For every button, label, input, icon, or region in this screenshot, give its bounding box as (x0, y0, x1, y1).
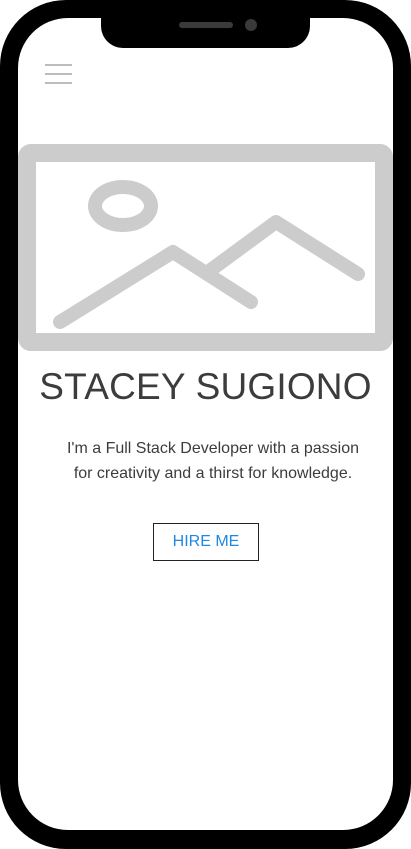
profile-name: STACEY SUGIONO (39, 366, 372, 407)
image-placeholder-mountain-right (201, 215, 365, 281)
menu-line-top (45, 64, 72, 66)
image-placeholder-icon (18, 144, 393, 351)
speaker-grille (179, 22, 233, 28)
profile-tagline: I'm a Full Stack Developer with a passio… (66, 440, 360, 482)
phone-frame (0, 0, 411, 849)
phone-screen (18, 18, 393, 830)
menu-line-middle (45, 73, 72, 75)
hamburger-menu-icon[interactable] (45, 64, 72, 84)
front-camera-icon (245, 19, 257, 31)
hire-me-button[interactable]: HIRE ME (153, 523, 259, 561)
menu-line-bottom (45, 82, 72, 84)
image-placeholder-sun (88, 180, 158, 232)
